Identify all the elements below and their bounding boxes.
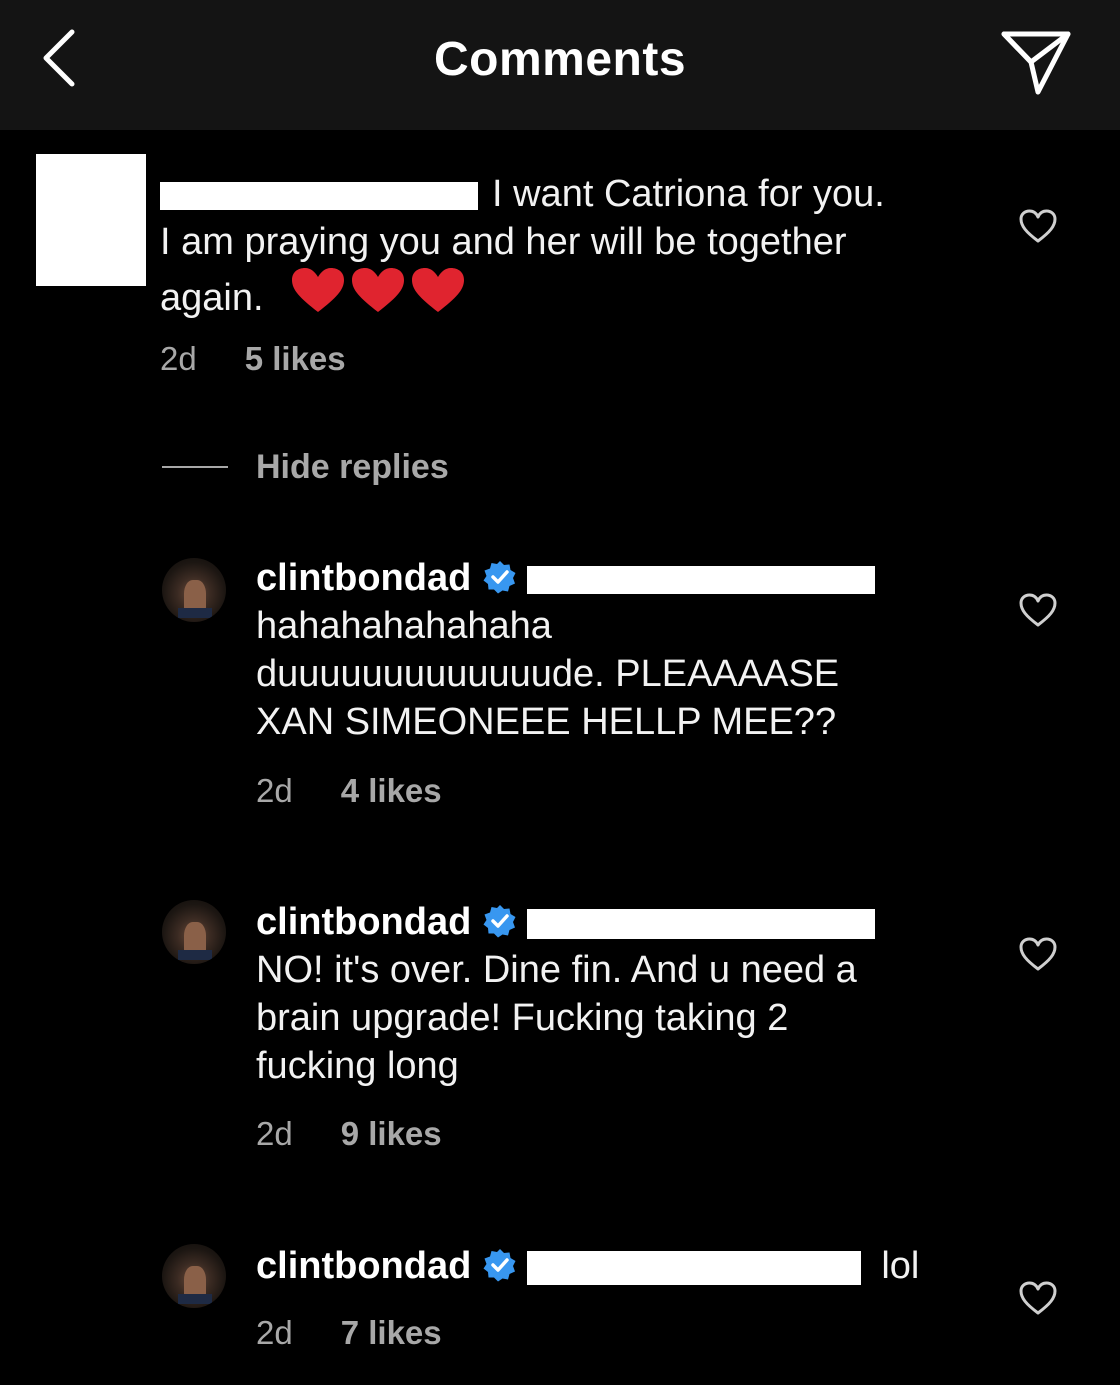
reply-username[interactable]: clintbondad [256,901,471,943]
reply-meta: 2d 4 likes [256,772,442,810]
like-button[interactable] [1018,936,1058,972]
hide-replies-button[interactable]: Hide replies [256,448,449,487]
comment-time: 2d [160,340,197,377]
reply-meta: 2d 9 likes [256,1115,442,1153]
reply-header-line: clintbondad lol [256,1242,976,1290]
avatar[interactable] [162,900,226,964]
avatar[interactable] [162,1244,226,1308]
redacted-mention[interactable] [527,565,876,594]
main-comment-line-3: again. [160,266,980,328]
heart-outline-icon [1019,593,1057,627]
like-button[interactable] [1018,208,1058,244]
main-comment-line-2: I am praying you and her will be togethe… [160,221,847,263]
verified-badge-icon [483,561,516,594]
main-comment-meta: 2d 5 likes [160,340,346,378]
heart-outline-icon [1019,209,1057,243]
heart-outline-icon [1019,937,1057,971]
like-button[interactable] [1018,1280,1058,1316]
hide-replies-divider [162,466,228,468]
likes-count[interactable]: 7 likes [341,1314,442,1351]
red-heart-emoji [292,268,465,312]
comment-time: 2d [256,1314,293,1351]
verified-badge-icon [483,1249,516,1282]
reply-text-line: brain upgrade! Fucking taking 2 [256,997,789,1039]
comment-text-line: I want Catriona for you. [492,173,885,215]
comment-text-line: again. [160,277,264,319]
avatar[interactable] [162,558,226,622]
reply-meta: 2d 7 likes [256,1314,442,1352]
redacted-mention[interactable] [527,908,876,939]
reply-username[interactable]: clintbondad [256,1245,471,1287]
reply-text-line: NO! it's over. Dine fin. And u need a [256,949,857,991]
likes-count[interactable]: 5 likes [245,340,346,377]
redacted-username[interactable] [160,181,478,210]
redacted-avatar[interactable] [36,154,146,286]
redacted-mention[interactable] [527,1250,862,1285]
paper-plane-icon [1001,31,1071,95]
heart-outline-icon [1019,1281,1057,1315]
heart-emoji-group [290,266,466,328]
reply-header-line: clintbondad [256,554,976,602]
share-button[interactable] [996,22,1076,102]
reply-text: clintbondad NO! it's over. Dine fin. And… [256,898,976,1090]
reply-text-line: duuuuuuuuuuuuude. PLEAAAASE [256,653,840,695]
comment-time: 2d [256,1115,293,1152]
reply-text-line: hahahahahahaha [256,605,552,647]
reply-text-line: fucking long [256,1045,459,1087]
reply-text-line: lol [881,1245,920,1287]
main-comment-text: I want Catriona for you. I am praying yo… [160,170,980,328]
page-title: Comments [433,33,687,86]
reply-header-line: clintbondad [256,898,976,946]
main-comment-line-1: I want Catriona for you. [160,170,980,218]
reply-text: clintbondad hahahahahahaha duuuuuuuuuuuu… [256,554,976,746]
comment-time: 2d [256,772,293,809]
verified-badge-icon [483,905,516,938]
likes-count[interactable]: 9 likes [341,1115,442,1152]
reply-text-line: XAN SIMEONEEE HELLP MEE?? [256,701,837,743]
like-button[interactable] [1018,592,1058,628]
likes-count[interactable]: 4 likes [341,772,442,809]
reply-text: clintbondad lol [256,1242,976,1290]
reply-username[interactable]: clintbondad [256,557,471,599]
header-bar: Comments [0,0,1120,130]
